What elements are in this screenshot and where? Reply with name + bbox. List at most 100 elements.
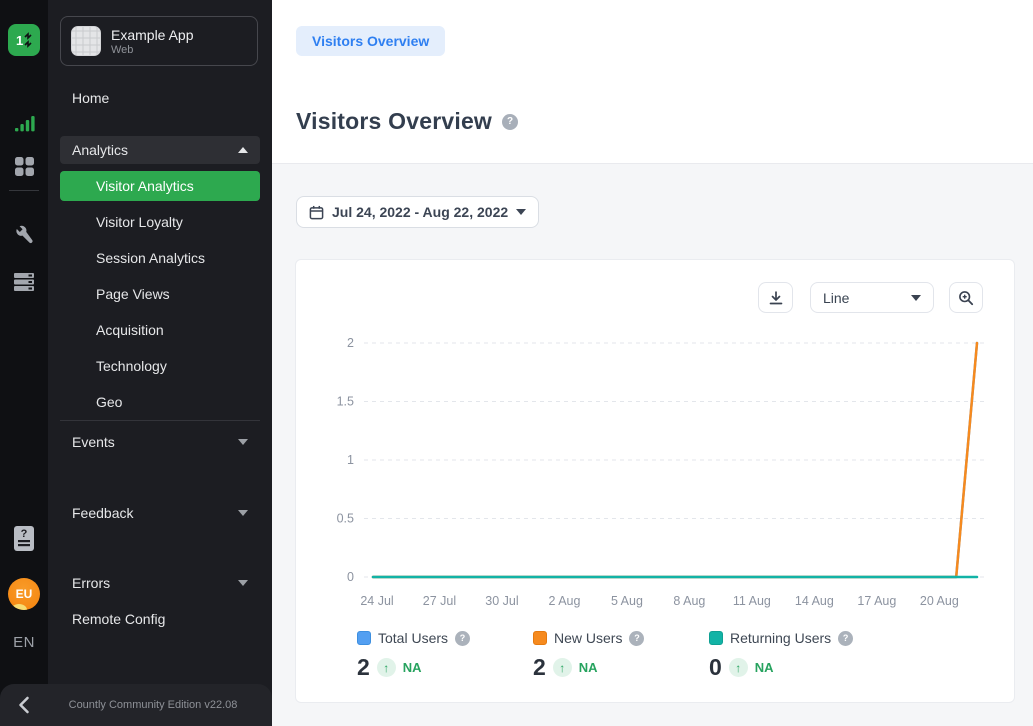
avatar-initials: EU	[16, 587, 33, 601]
svg-text:2 Aug: 2 Aug	[548, 594, 580, 608]
date-range-value: Jul 24, 2022 - Aug 22, 2022	[332, 204, 508, 220]
chart-type-value: Line	[823, 290, 849, 306]
legend-item-new-users[interactable]: New Users ? 2 ↑ NA	[533, 630, 709, 681]
legend-color-swatch	[533, 631, 547, 645]
svg-text:30 Jul: 30 Jul	[485, 594, 518, 608]
legend-help-icon[interactable]: ?	[629, 631, 644, 646]
chevron-up-icon	[238, 147, 248, 153]
app-name: Example App	[111, 27, 194, 44]
sidebar-item-acquisition[interactable]: Acquisition	[60, 316, 260, 344]
sidebar-item-label: Session Analytics	[96, 250, 205, 266]
svg-text:?: ?	[21, 528, 28, 540]
sidebar-item-label: Technology	[96, 358, 167, 374]
sidebar-item-label: Errors	[72, 575, 110, 591]
sidebar-item-events[interactable]: Events	[60, 428, 260, 456]
sidebar-item-visitor-analytics[interactable]: Visitor Analytics	[60, 171, 260, 201]
data-stack-icon[interactable]	[0, 271, 48, 293]
sidebar-item-label: Geo	[96, 394, 122, 410]
svg-text:11 Aug: 11 Aug	[733, 594, 771, 608]
sidebar-item-errors[interactable]: Errors	[60, 569, 260, 597]
app-selector[interactable]: Example App Web	[60, 16, 258, 66]
legend-color-swatch	[357, 631, 371, 645]
svg-text:8 Aug: 8 Aug	[673, 594, 705, 608]
chevron-left-icon	[18, 696, 30, 714]
sidebar-item-label: Analytics	[72, 142, 128, 158]
sidebar-item-feedback[interactable]: Feedback	[60, 499, 260, 527]
svg-text:0: 0	[347, 570, 354, 584]
wrench-icon[interactable]	[0, 225, 48, 248]
download-chart-button[interactable]	[758, 282, 793, 313]
legend-label: Returning Users	[730, 630, 831, 646]
version-label: Countly Community Edition v22.08	[48, 699, 272, 711]
rail-divider	[9, 190, 39, 191]
analytics-bar-chart-icon[interactable]	[0, 113, 48, 135]
chevron-down-icon	[516, 209, 526, 215]
user-avatar[interactable]: EU	[8, 578, 40, 610]
sidebar-item-remote-config[interactable]: Remote Config	[60, 605, 260, 633]
apps-grid-icon[interactable]	[0, 156, 48, 177]
trend-up-icon: ↑	[553, 658, 572, 677]
sidebar-item-home[interactable]: Home	[60, 84, 260, 112]
collapse-sidebar-button[interactable]	[0, 696, 48, 714]
legend-label: New Users	[554, 630, 622, 646]
chart-legend: Total Users ? 2 ↑ NA New Users ? 2 ↑ NA …	[357, 630, 885, 681]
legend-help-icon[interactable]: ?	[838, 631, 853, 646]
svg-text:17 Aug: 17 Aug	[857, 594, 896, 608]
chevron-down-icon	[238, 580, 248, 586]
sidebar-item-label: Events	[72, 434, 115, 450]
chevron-down-icon	[911, 295, 921, 301]
legend-value: 2	[533, 654, 546, 681]
sidebar-item-geo[interactable]: Geo	[60, 388, 260, 416]
page-title-row: Visitors Overview ?	[296, 108, 518, 135]
visitors-chart-card: Line 0 0.5 1 1.5 2 24 Jul 27 Jul 30 Jul 2 Aug 5 A…	[295, 259, 1015, 703]
title-help-icon[interactable]: ?	[502, 114, 518, 130]
magnifier-plus-icon	[958, 290, 974, 306]
legend-change: NA	[403, 660, 422, 675]
svg-text:24 Jul: 24 Jul	[360, 594, 393, 608]
legend-value: 2	[357, 654, 370, 681]
date-range-picker[interactable]: Jul 24, 2022 - Aug 22, 2022	[296, 196, 539, 228]
trend-up-icon: ↑	[377, 658, 396, 677]
main-content: Visitors Overview Visitors Overview ? Ju…	[272, 0, 1033, 726]
visitors-line-chart[interactable]: 00.511.5224 Jul27 Jul30 Jul2 Aug5 Aug8 A…	[296, 330, 1016, 620]
help-doc-icon[interactable]: ?	[0, 525, 48, 552]
legend-item-returning-users[interactable]: Returning Users ? 0 ↑ NA	[709, 630, 885, 681]
sidebar-item-analytics[interactable]: Analytics	[60, 136, 260, 164]
legend-value: 0	[709, 654, 722, 681]
sidebar-item-visitor-loyalty[interactable]: Visitor Loyalty	[60, 208, 260, 236]
countly-logo[interactable]: 1	[8, 24, 40, 56]
sidebar-item-page-views[interactable]: Page Views	[60, 280, 260, 308]
tab-visitors-overview[interactable]: Visitors Overview	[296, 26, 445, 56]
chart-type-select[interactable]: Line	[810, 282, 934, 313]
app-type: Web	[111, 44, 194, 56]
sidebar-item-label: Remote Config	[72, 611, 165, 627]
chevron-down-icon	[238, 439, 248, 445]
svg-text:1: 1	[347, 453, 354, 467]
sidebar-item-session-analytics[interactable]: Session Analytics	[60, 244, 260, 272]
language-selector[interactable]: EN	[0, 634, 48, 651]
legend-item-total-users[interactable]: Total Users ? 2 ↑ NA	[357, 630, 533, 681]
sidebar-item-label: Feedback	[72, 505, 133, 521]
sidebar-item-technology[interactable]: Technology	[60, 352, 260, 380]
svg-text:0.5: 0.5	[337, 512, 354, 526]
sidebar-item-label: Visitor Loyalty	[96, 214, 183, 230]
download-icon	[768, 290, 784, 306]
app-icon	[71, 26, 101, 56]
svg-text:27 Jul: 27 Jul	[423, 594, 456, 608]
sidebar-footer: Countly Community Edition v22.08	[0, 684, 272, 726]
menu-divider	[60, 420, 260, 421]
legend-change: NA	[579, 660, 598, 675]
icon-rail: 1	[0, 0, 48, 726]
avatar-decoration	[11, 604, 27, 610]
legend-help-icon[interactable]: ?	[455, 631, 470, 646]
sidebar-menu: Home Analytics Visitor Analytics Visitor Lo…	[60, 84, 260, 633]
zoom-chart-button[interactable]	[949, 282, 983, 313]
svg-text:5 Aug: 5 Aug	[611, 594, 643, 608]
page-title: Visitors Overview	[296, 108, 492, 135]
svg-text:14 Aug: 14 Aug	[795, 594, 834, 608]
page-body: Jul 24, 2022 - Aug 22, 2022 Line	[272, 163, 1033, 726]
svg-text:1.5: 1.5	[337, 395, 354, 409]
legend-change: NA	[755, 660, 774, 675]
trend-up-icon: ↑	[729, 658, 748, 677]
sidebar-item-label: Visitor Analytics	[96, 178, 194, 194]
